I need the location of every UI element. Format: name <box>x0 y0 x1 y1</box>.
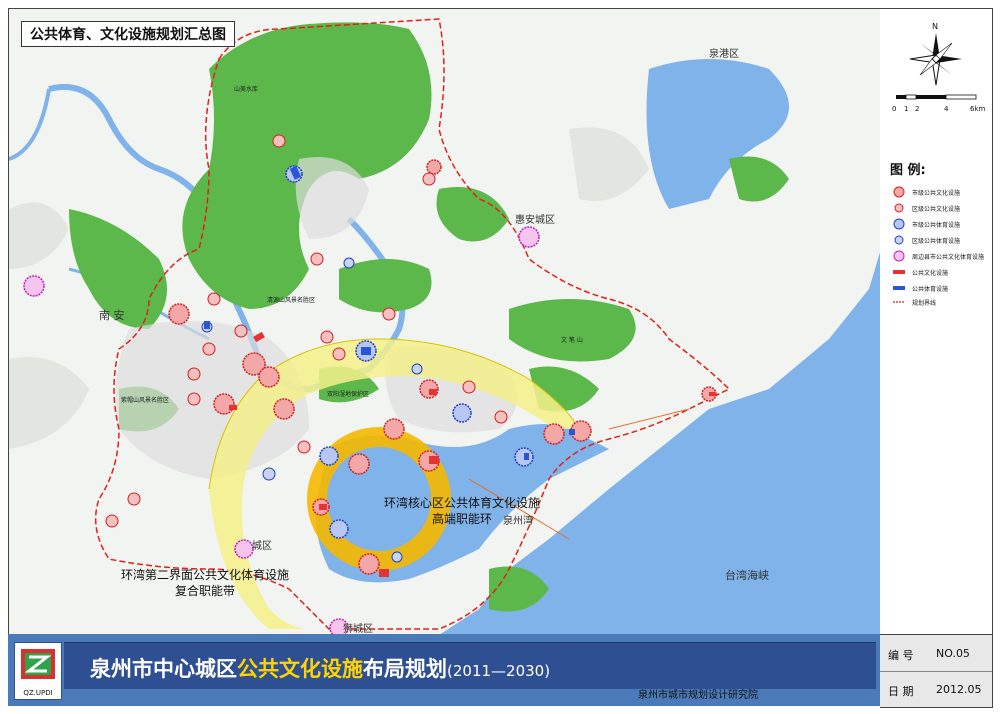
north-arrow-icon: N <box>909 22 962 86</box>
boundary-line-icon <box>892 296 906 308</box>
label-shuiku: 山美水库 <box>234 86 259 93</box>
legend-item: 周边县市公共文化体育设施 <box>892 249 984 263</box>
title-part2: 布局规划 <box>363 657 447 681</box>
logo-text: QZ.UPDI <box>23 689 53 697</box>
legend-item: 区级公共文化设施 <box>892 201 960 215</box>
legend-item: 市级公共文化设施 <box>892 185 960 199</box>
title-highlight: 公共文化设施 <box>237 657 363 681</box>
title-part1: 泉州市中心城区 <box>90 657 237 681</box>
map-title: 公共体育、文化设施规划汇总图 <box>21 21 235 47</box>
scale-tick-2: 2 <box>915 105 920 113</box>
date-value: 2012.05 <box>936 683 982 696</box>
legend-label: 市级公共文化设施 <box>912 189 961 197</box>
legend-label: 市级公共体育设施 <box>912 221 961 229</box>
legend-title: 图 例: <box>890 163 926 178</box>
legend-item: 公共体育设施 <box>892 281 948 295</box>
legend-label: 公共文化设施 <box>912 269 949 277</box>
legend-item: 规划界线 <box>892 295 936 309</box>
map-frame: 公共体育、文化设施规划汇总图 泉港区 惠安城区 南 安 文 笔 山 清源山风景名… <box>0 0 1000 714</box>
legend-item: 市级公共体育设施 <box>892 217 960 231</box>
legend-label: 公共体育设施 <box>912 285 949 293</box>
scale-tick-4: 6km <box>970 105 986 113</box>
label-second-ring-text: 环湾第二界面公共文化体育设施 复合职能带 <box>120 568 289 598</box>
label-core-ring: 环湾核心区公共体育文化设施 高端职能环 <box>377 495 547 527</box>
city-culture-icon <box>892 186 906 198</box>
scale-tick-1: 1 <box>904 105 909 113</box>
scale-tick-3: 4 <box>944 105 949 113</box>
page-title: 泉州市中心城区公共文化设施布局规划(2011—2030) <box>90 653 550 683</box>
label-wenxing: 文 笔 山 <box>561 337 583 344</box>
legend-label: 周边县市公共文化体育设施 <box>912 253 985 261</box>
label-core-ring-text: 环湾核心区公共体育文化设施 高端职能环 <box>383 496 540 526</box>
title-banner: 泉州市中心城区公共文化设施布局规划(2011—2030) <box>64 642 876 689</box>
label-quangang: 泉港区 <box>709 49 739 60</box>
district-culture-icon <box>892 202 906 214</box>
legend-item: 公共文化设施 <box>892 265 948 279</box>
city-sports-icon <box>892 218 906 230</box>
scale-tick-0: 0 <box>892 105 897 113</box>
number-label: 编 号 <box>888 649 914 662</box>
culture-bar-icon <box>892 266 906 278</box>
title-years: (2011—2030) <box>447 662 551 680</box>
label-nanan: 南 安 <box>99 309 125 322</box>
title-bar: QZ.UPDI 泉州市中心城区公共文化设施布局规划(2011—2030) 泉州市… <box>8 634 880 706</box>
side-panel: N 0 1 2 4 6km 图 例: 市级公共文化设施 区级公共文化设施 市级公… <box>880 8 993 636</box>
legend-label: 规划界线 <box>912 299 937 307</box>
sports-bar-icon <box>892 282 906 294</box>
number-value: NO.05 <box>936 647 970 660</box>
legend-label: 区级公共体育设施 <box>912 237 961 245</box>
north-label: N <box>932 22 938 31</box>
label-shishi: 狮城区 <box>343 624 373 635</box>
date-label: 日 期 <box>888 685 914 698</box>
map-canvas: 公共体育、文化设施规划汇总图 泉港区 惠安城区 南 安 文 笔 山 清源山风景名… <box>8 8 882 636</box>
district-sports-icon <box>892 234 906 246</box>
label-taiwan-strait: 台湾海峡 <box>725 569 769 582</box>
label-huian: 惠安城区 <box>515 215 555 226</box>
label-jinjiang: 城区 <box>252 541 272 552</box>
legend-label: 区级公共文化设施 <box>912 205 961 213</box>
institute-name: 泉州市城市规划设计研究院 <box>638 690 758 701</box>
label-ziwei: 紫帽山风景名胜区 <box>121 397 170 404</box>
logo: QZ.UPDI <box>14 642 62 700</box>
meta-panel: 编 号 NO.05 日 期 2012.05 <box>880 634 993 708</box>
meta-divider <box>880 671 992 672</box>
map-svg <box>9 9 881 635</box>
label-baiyan: 双阳湿地保护区 <box>327 391 370 398</box>
institute-logo-icon <box>21 649 55 679</box>
label-qingyuan: 清源山风景名胜区 <box>267 297 316 304</box>
legend-item: 区级公共体育设施 <box>892 233 960 247</box>
neighbor-county-icon <box>892 250 906 262</box>
label-second-ring: 环湾第二界面公共文化体育设施 复合职能带 <box>105 567 305 599</box>
